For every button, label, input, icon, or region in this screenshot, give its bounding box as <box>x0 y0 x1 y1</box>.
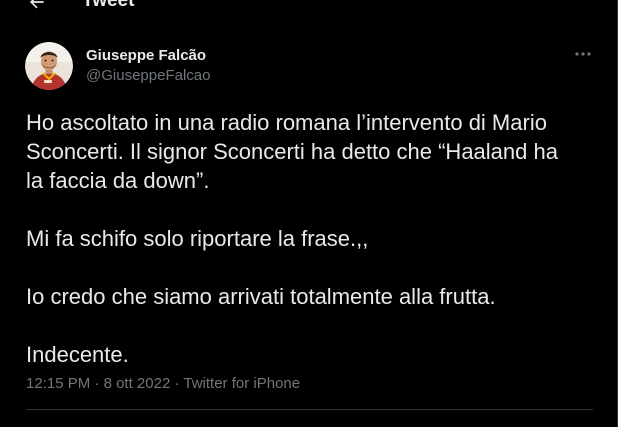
tweet-line: Ho ascoltato in una radio romana l’inter… <box>26 110 547 135</box>
avatar[interactable] <box>25 42 73 90</box>
tweet-time[interactable]: 12:15 PM <box>26 375 90 392</box>
tweet-line: Sconcerti. Il signor Sconcerti ha detto … <box>26 139 558 164</box>
profile-photo-icon <box>25 42 73 90</box>
tweet-paragraph: Ho ascoltato in una radio romana l’inter… <box>26 108 596 195</box>
more-horizontal-icon <box>575 52 591 56</box>
divider <box>26 409 593 410</box>
tweet-paragraph: Io credo che siamo arrivati totalmente a… <box>26 282 596 311</box>
tweet-line: Io credo che siamo arrivati totalmente a… <box>26 284 496 309</box>
meta-separator: · <box>174 375 180 392</box>
meta-separator: · <box>94 375 100 392</box>
tweet-paragraph: Indecente. <box>26 340 596 369</box>
tweet-line: Mi fa schifo solo riportare la frase.,, <box>26 226 369 251</box>
tweet-source[interactable]: Twitter for iPhone <box>183 375 300 392</box>
tweet-paragraph: Mi fa schifo solo riportare la frase.,, <box>26 224 596 253</box>
author-display-name[interactable]: Giuseppe Falcão <box>86 47 210 65</box>
back-button[interactable] <box>20 0 54 16</box>
tweet-line: Indecente. <box>26 342 129 367</box>
author-names: Giuseppe Falcão @GiuseppeFalcao <box>86 47 210 86</box>
tweet-page: Tweet Giuseppe Falcão @GiuseppeFalcao Ho… <box>0 0 618 427</box>
tweet-date[interactable]: 8 ott 2022 <box>104 375 171 392</box>
tweet-author: Giuseppe Falcão @GiuseppeFalcao <box>25 42 595 94</box>
more-options-button[interactable] <box>571 44 595 64</box>
tweet-text: Ho ascoltato in una radio romana l’inter… <box>26 108 596 369</box>
top-bar: Tweet <box>0 0 617 16</box>
tweet-line: la faccia da down”. <box>26 168 210 193</box>
author-handle[interactable]: @GiuseppeFalcao <box>86 66 210 86</box>
page-title: Tweet <box>82 0 135 11</box>
arrow-left-icon <box>29 0 44 9</box>
tweet-meta: 12:15 PM · 8 ott 2022 · Twitter for iPho… <box>26 375 300 393</box>
